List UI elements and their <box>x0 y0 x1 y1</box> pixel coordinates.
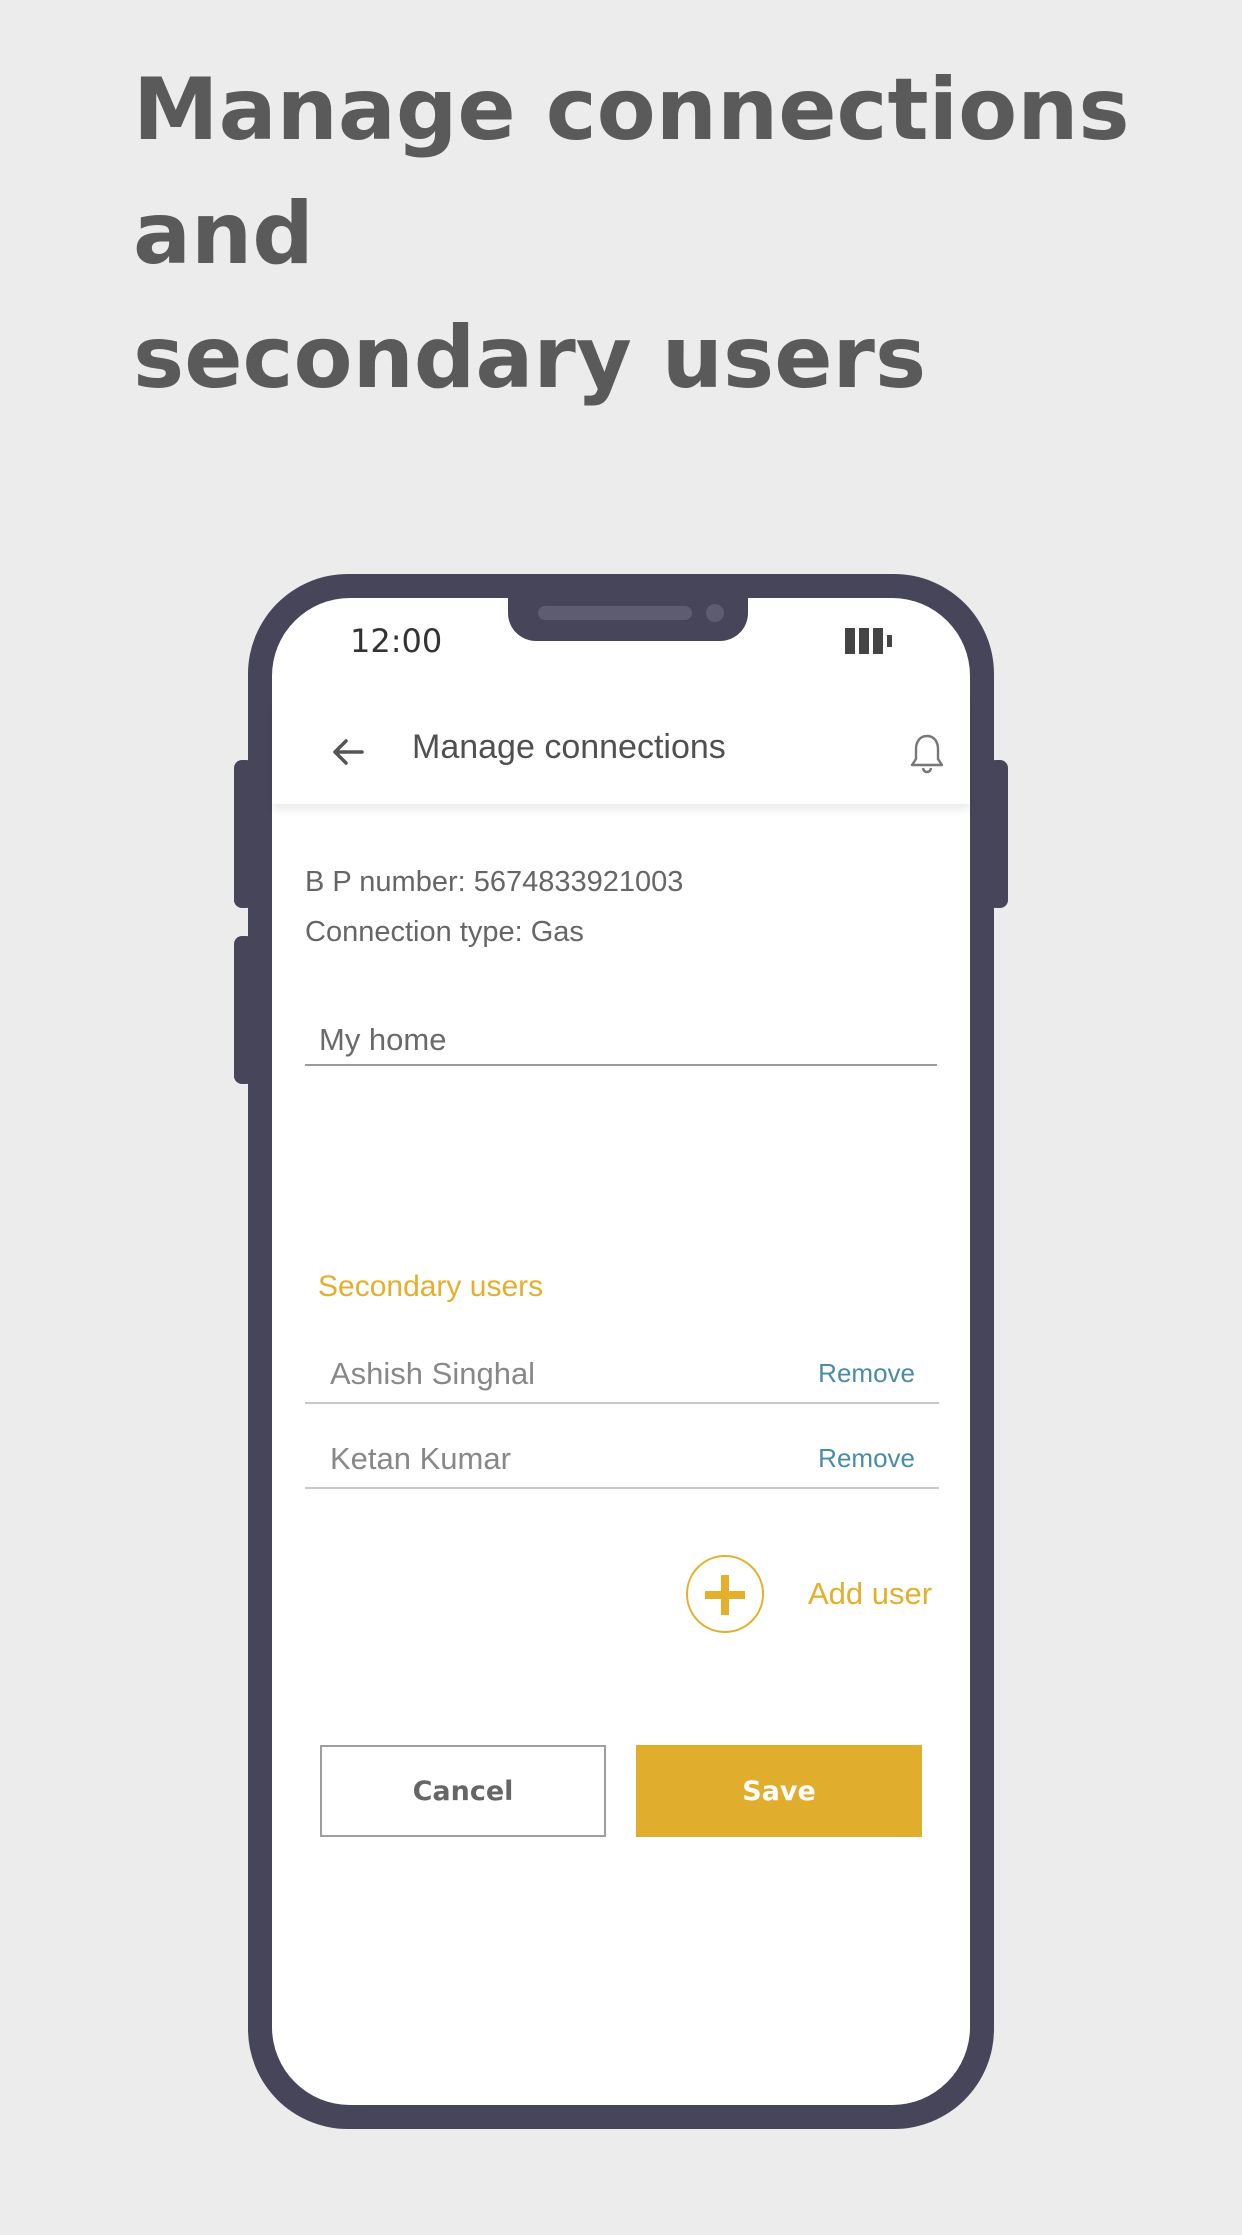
battery-icon <box>845 628 892 654</box>
page-title: Manage connections <box>412 728 726 766</box>
save-button[interactable]: Save <box>636 1745 922 1837</box>
secondary-users-title: Secondary users <box>318 1270 544 1303</box>
status-time: 12:00 <box>350 622 443 660</box>
add-user-button[interactable] <box>686 1555 764 1633</box>
remove-user-button[interactable]: Remove <box>818 1443 915 1474</box>
bp-number-value: 5674833921003 <box>473 866 684 898</box>
connection-type-label: Connection type: <box>305 916 523 948</box>
front-camera <box>706 604 724 622</box>
list-item: Ashish Singhal Remove <box>305 1348 939 1404</box>
cancel-button[interactable]: Cancel <box>320 1745 606 1837</box>
user-name: Ashish Singhal <box>330 1356 536 1391</box>
user-name: Ketan Kumar <box>330 1441 511 1476</box>
headline-line-1: Manage connections and <box>133 60 1130 284</box>
headline-line-2: secondary users <box>133 308 927 408</box>
list-item: Ketan Kumar Remove <box>305 1433 939 1489</box>
bell-icon[interactable] <box>908 732 946 774</box>
arrow-left-icon[interactable] <box>330 734 366 770</box>
promo-headline: Manage connections and secondary users <box>133 48 1193 420</box>
app-bar: Manage connections <box>272 700 970 804</box>
speaker-grille <box>538 606 692 620</box>
add-user-label[interactable]: Add user <box>808 1576 932 1612</box>
remove-user-button[interactable]: Remove <box>818 1358 915 1389</box>
connection-type-line: Connection type: Gas <box>305 916 584 949</box>
phone-notch <box>508 594 748 641</box>
connection-type-value: Gas <box>530 916 584 948</box>
connection-nickname-input[interactable] <box>305 1016 937 1066</box>
bp-number-label: B P number: <box>305 866 466 898</box>
bp-number-line: B P number: 5674833921003 <box>305 866 683 899</box>
